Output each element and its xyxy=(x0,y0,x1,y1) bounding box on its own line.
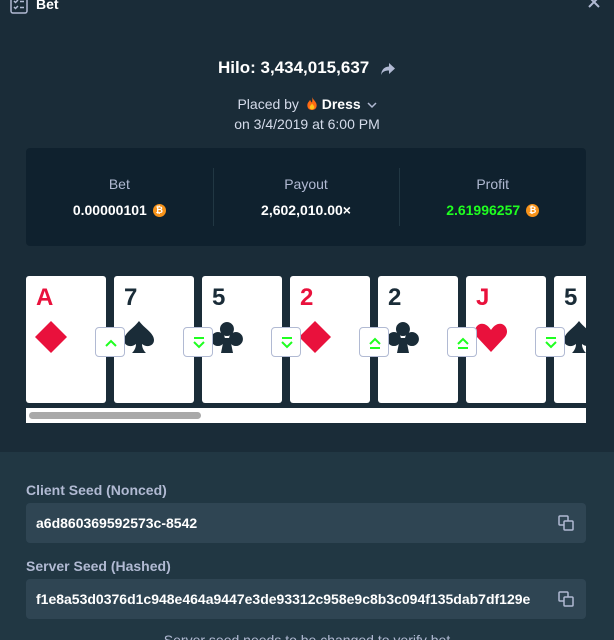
modal-header: Bet xyxy=(0,0,614,16)
close-icon[interactable] xyxy=(586,0,602,10)
bitcoin-icon xyxy=(526,203,540,217)
modal-title: Bet xyxy=(36,0,59,12)
playing-card: 2 xyxy=(378,276,458,403)
stat-payout-label: Payout xyxy=(284,176,328,192)
heart-suit-icon xyxy=(474,323,508,352)
server-seed-field[interactable]: f1e8a53d0376d1c948e464a9447e3de93312c958… xyxy=(26,579,586,619)
card-rank: 2 xyxy=(300,284,314,311)
spade-suit-icon xyxy=(124,321,154,353)
username-link[interactable]: Dress xyxy=(322,96,361,112)
playing-card: 5 xyxy=(202,276,282,403)
placed-date: on 3/4/2019 at 6:00 PM xyxy=(234,116,380,132)
guess-lower-or-same-icon xyxy=(535,327,565,357)
stat-bet-label: Bet xyxy=(108,176,130,192)
stat-payout-value: 2,602,010.00× xyxy=(261,202,351,218)
server-seed-value[interactable]: f1e8a53d0376d1c948e464a9447e3de93312c958… xyxy=(36,591,530,607)
placed-by: Placed by Dress xyxy=(0,96,614,112)
playing-card: 2 xyxy=(290,276,370,403)
client-seed-field[interactable]: a6d860369592573c-8542 xyxy=(26,503,586,543)
card-rank: 2 xyxy=(388,284,402,311)
guess-higher-or-same-icon xyxy=(447,327,477,357)
stat-bet-value: 0.00000101 xyxy=(73,202,166,218)
stat-bet-amount: 0.00000101 xyxy=(72,202,147,218)
playing-card: A xyxy=(26,276,106,403)
copy-icon[interactable] xyxy=(558,515,574,531)
verify-notice: Server seed needs to be changed to verif… xyxy=(163,632,451,640)
diamond-suit-icon xyxy=(299,321,331,353)
spade-suit-icon xyxy=(564,321,586,353)
guess-higher-or-same-icon xyxy=(359,327,389,357)
card-rank: J xyxy=(476,284,490,311)
chevron-down-icon[interactable] xyxy=(367,101,377,109)
bet-stats-panel: Bet 0.00000101 Payout 2,602,010.00× Prof… xyxy=(26,148,586,246)
playing-card: 7 xyxy=(114,276,194,403)
copy-icon[interactable] xyxy=(558,591,574,607)
diamond-suit-icon xyxy=(35,321,67,353)
stat-payout: Payout 2,602,010.00× xyxy=(212,148,400,246)
stat-bet: Bet 0.00000101 xyxy=(26,148,213,246)
guess-lower-or-same-icon xyxy=(271,327,301,357)
card-rank: A xyxy=(36,284,54,311)
stat-profit: Profit 2.61996257 xyxy=(399,148,586,246)
stat-profit-value: 2.61996257 xyxy=(446,202,540,218)
client-seed-value[interactable]: a6d860369592573c-8542 xyxy=(36,515,197,531)
share-icon[interactable] xyxy=(380,62,396,76)
guess-higher-icon xyxy=(95,327,125,357)
cards-row[interactable]: A 7 5 2 2 J 5 xyxy=(26,276,586,404)
flame-icon xyxy=(307,97,317,110)
bet-list-icon xyxy=(10,0,28,14)
club-suit-icon xyxy=(210,322,243,353)
cards-scrollbar[interactable] xyxy=(26,408,586,423)
playing-card: J xyxy=(466,276,546,403)
stat-profit-label: Profit xyxy=(476,176,510,192)
card-rank: 7 xyxy=(124,284,138,311)
card-rank: 5 xyxy=(564,284,578,311)
card-rank: 5 xyxy=(212,284,226,311)
stat-profit-amount: 2.61996257 xyxy=(446,202,521,218)
client-seed-label: Client Seed (Nonced) xyxy=(26,482,167,498)
game-title-text: Hilo: 3,434,015,637 xyxy=(218,58,370,77)
server-seed-label: Server Seed (Hashed) xyxy=(26,558,171,574)
placed-by-prefix: Placed by xyxy=(237,96,299,112)
game-title: Hilo: 3,434,015,637 xyxy=(0,58,614,78)
bitcoin-icon xyxy=(152,203,166,217)
scrollbar-thumb[interactable] xyxy=(29,412,201,419)
guess-lower-or-same-icon xyxy=(183,327,213,357)
club-suit-icon xyxy=(386,322,419,353)
